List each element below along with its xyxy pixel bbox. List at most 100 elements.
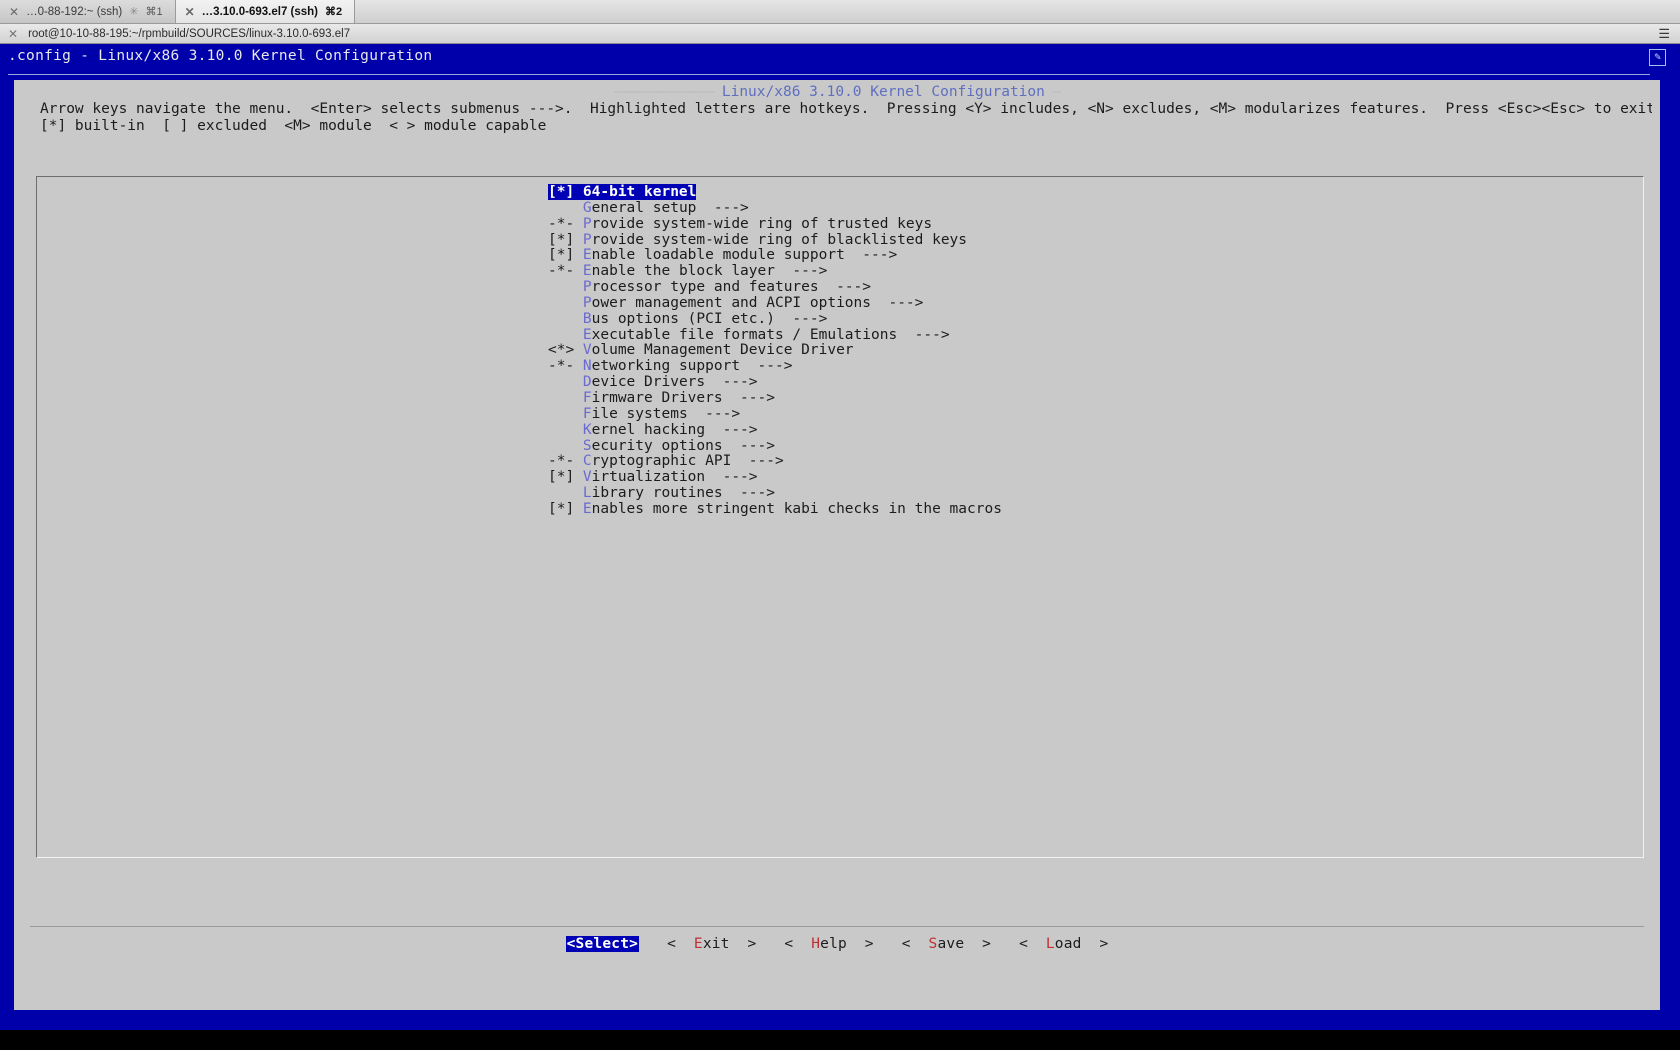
submenu-arrow-icon: ---> [705, 421, 758, 438]
close-icon[interactable]: ✕ [9, 6, 19, 18]
button-hotkey: E [693, 936, 703, 952]
menu-item-inner: Processor type and features ---> [548, 279, 871, 295]
menu-item-label: ryptographic API [591, 453, 732, 470]
submenu-arrow-icon: ---> [871, 294, 924, 311]
terminal-bottom-strip [0, 1030, 1680, 1050]
menu-item-hotkey: E [582, 326, 592, 343]
save-button[interactable]: < Save > [902, 936, 991, 952]
submenu-arrow-icon: ---> [687, 405, 741, 422]
menu-item-label: olume Management Device Driver [591, 342, 854, 359]
menu-item-label: irtualization [591, 469, 706, 486]
menu-item[interactable]: [*] Virtualization ---> [37, 469, 1643, 486]
menu-item[interactable]: [*] Provide system-wide ring of blacklis… [37, 232, 1643, 249]
tab-shortcut: ⌘1 [145, 6, 163, 18]
menu-item-mark [548, 375, 583, 391]
menu-item[interactable]: -*- Provide system-wide ring of trusted … [37, 215, 1643, 233]
title-rule-left: ————————————— [613, 84, 722, 100]
menu-item-mark [548, 439, 583, 455]
menu-item-label: nable loadable module support [591, 247, 845, 264]
menu-item-inner: Executable file formats / Emulations ---… [548, 327, 950, 343]
menu-item[interactable]: [*] Enables more stringent kabi checks i… [37, 501, 1643, 518]
menu-item[interactable]: -*- Enable the block layer ---> [37, 263, 1643, 280]
menu-item-mark [548, 407, 583, 423]
submenu-arrow-icon: ---> [722, 389, 775, 406]
submenu-arrow-icon: ---> [897, 326, 950, 343]
load-button[interactable]: < Load > [1019, 936, 1108, 952]
menu-listbox[interactable]: [*] 64-bit kernel General setup ---> -*- … [36, 176, 1644, 858]
button-label: oad [1054, 936, 1100, 952]
hamburger-icon[interactable]: ☰ [1658, 27, 1670, 40]
menu-item-inner: -*- Enable the block layer ---> [548, 263, 827, 279]
menu-item-hotkey: P [582, 215, 592, 232]
submenu-arrow-icon: ---> [705, 469, 758, 486]
menu-item[interactable]: -*- Networking support ---> [37, 358, 1643, 375]
menu-item-mark [548, 486, 583, 502]
submenu-arrow-icon: ---> [844, 247, 898, 264]
submenu-arrow-icon: ---> [818, 279, 872, 296]
submenu-arrow-icon: ---> [731, 453, 784, 470]
menu-item-hotkey: E [582, 247, 592, 264]
button-hotkey: L [1045, 936, 1055, 952]
button-bracket-right: > [1099, 936, 1109, 952]
menu-item[interactable]: File systems ---> [37, 405, 1643, 423]
help-text: Arrow keys navigate the menu. <Enter> se… [40, 101, 1652, 135]
menu-item-mark: [*] [548, 184, 583, 200]
close-icon[interactable]: ✕ [185, 6, 195, 18]
menu-item[interactable]: [*] Enable loadable module support ---> [37, 247, 1643, 264]
window-title: root@10-10-88-195:~/rpmbuild/SOURCES/lin… [28, 27, 351, 40]
menu-item-mark [548, 328, 583, 344]
menu-item[interactable]: <*> Volume Management Device Driver [37, 343, 1643, 359]
menu-item-inner: [*] Virtualization ---> [548, 469, 758, 485]
terminal-right-margin [1665, 80, 1672, 1010]
menu-item-label: ecurity options [591, 437, 723, 454]
menu-item-inner: [*] Provide system-wide ring of blacklis… [548, 232, 967, 248]
menu-item-mark: [*] [548, 231, 583, 248]
menu-item[interactable]: [*] 64-bit kernel [37, 184, 1643, 201]
tab-ssh-1[interactable]: ✕ …0-88-192:~ (ssh) ✳ ⌘1 [0, 0, 176, 23]
menuconfig-dialog: ————————————— Linux/x86 3.10.0 Kernel Co… [14, 80, 1660, 1010]
menu-item[interactable]: Bus options (PCI etc.) ---> [37, 311, 1643, 328]
button-hotkey: H [811, 936, 821, 952]
menu-item-label: ernel hacking [591, 421, 706, 438]
menu-item-hotkey: K [582, 421, 592, 438]
terminal-window-chrome: ✕ …0-88-192:~ (ssh) ✳ ⌘1 ✕ …3.10.0-693.e… [0, 0, 1680, 44]
menu-item-hotkey: V [582, 342, 592, 359]
submenu-arrow-icon: ---> [722, 437, 775, 454]
tab-ssh-2[interactable]: ✕ …3.10.0-693.el7 (ssh) ⌘2 [175, 0, 356, 23]
menu-item-label: etworking support [591, 358, 741, 375]
menu-item-label: eneral setup [591, 199, 697, 216]
button-divider [30, 926, 1644, 927]
menu-item-mark: [*] [548, 469, 583, 486]
menu-item[interactable]: Power management and ACPI options ---> [37, 294, 1643, 312]
menu-item[interactable]: Device Drivers ---> [37, 374, 1643, 391]
help-button[interactable]: < Help > [784, 936, 873, 952]
terminal-screen: .config - Linux/x86 3.10.0 Kernel Config… [0, 44, 1680, 1050]
menu-item-hotkey: F [582, 405, 592, 422]
menu-item[interactable]: Processor type and features ---> [37, 279, 1643, 296]
window-title-bar: ✕ root@10-10-88-195:~/rpmbuild/SOURCES/l… [0, 24, 1680, 44]
close-icon[interactable]: ✕ [8, 27, 18, 41]
menu-item[interactable]: General setup ---> [37, 199, 1643, 217]
submenu-arrow-icon: ---> [740, 358, 793, 375]
select-button[interactable]: <Select> [565, 936, 640, 952]
menu-item[interactable]: Library routines ---> [37, 485, 1643, 502]
menu-item-mark: -*- [548, 215, 583, 232]
menu-item-inner: Library routines ---> [548, 485, 775, 501]
menu-item[interactable]: -*- Cryptographic API ---> [37, 453, 1643, 470]
menu-item[interactable]: Security options ---> [37, 437, 1643, 455]
menu-item-hotkey: S [582, 437, 592, 454]
tab-shortcut: ⌘2 [325, 6, 343, 18]
terminal-bottom-blue [0, 1012, 1680, 1030]
button-bracket-left: < [901, 936, 929, 952]
menu-item-inner: [*] Enables more stringent kabi checks i… [548, 501, 1002, 517]
menu-item[interactable]: Firmware Drivers ---> [37, 389, 1643, 407]
menu-item[interactable]: Executable file formats / Emulations ---… [37, 327, 1643, 344]
menu-item-hotkey: G [582, 199, 592, 216]
menu-item-label: ibrary routines [591, 485, 723, 502]
menuconfig-backtitle: .config - Linux/x86 3.10.0 Kernel Config… [8, 48, 433, 64]
menu-item-mark [548, 201, 583, 217]
menu-item[interactable]: Kernel hacking ---> [37, 421, 1643, 439]
menu-item-inner: <*> Volume Management Device Driver [548, 342, 854, 359]
exit-button[interactable]: < Exit > [667, 936, 756, 952]
tab-label: …0-88-192:~ (ssh) [26, 5, 123, 18]
